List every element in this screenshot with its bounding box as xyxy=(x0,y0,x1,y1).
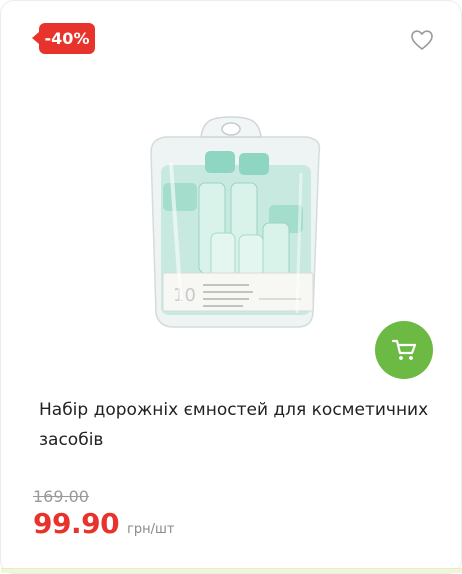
favorite-button[interactable] xyxy=(409,28,435,52)
discount-badge: -40% xyxy=(32,23,95,54)
product-title[interactable]: Набір дорожніх ємностей для косметичних … xyxy=(39,395,434,455)
price-unit: грн/шт xyxy=(127,522,175,537)
package-label: 10 xyxy=(173,285,196,306)
product-image[interactable]: 10 xyxy=(141,113,331,335)
price-row: 99.90 грн/шт xyxy=(33,507,175,540)
current-price: 99.90 xyxy=(33,507,120,540)
product-card[interactable]: -40% 10 Набір дорожніх ємностей для косм… xyxy=(0,0,462,574)
heart-outline-icon xyxy=(411,30,433,50)
shopping-cart-icon xyxy=(391,339,417,360)
travel-bottles-set-image: 10 xyxy=(150,116,321,328)
add-to-cart-button[interactable] xyxy=(375,321,433,379)
old-price: 169.00 xyxy=(33,487,89,506)
discount-text: -40% xyxy=(44,29,90,48)
card-bottom-strip xyxy=(1,568,462,573)
